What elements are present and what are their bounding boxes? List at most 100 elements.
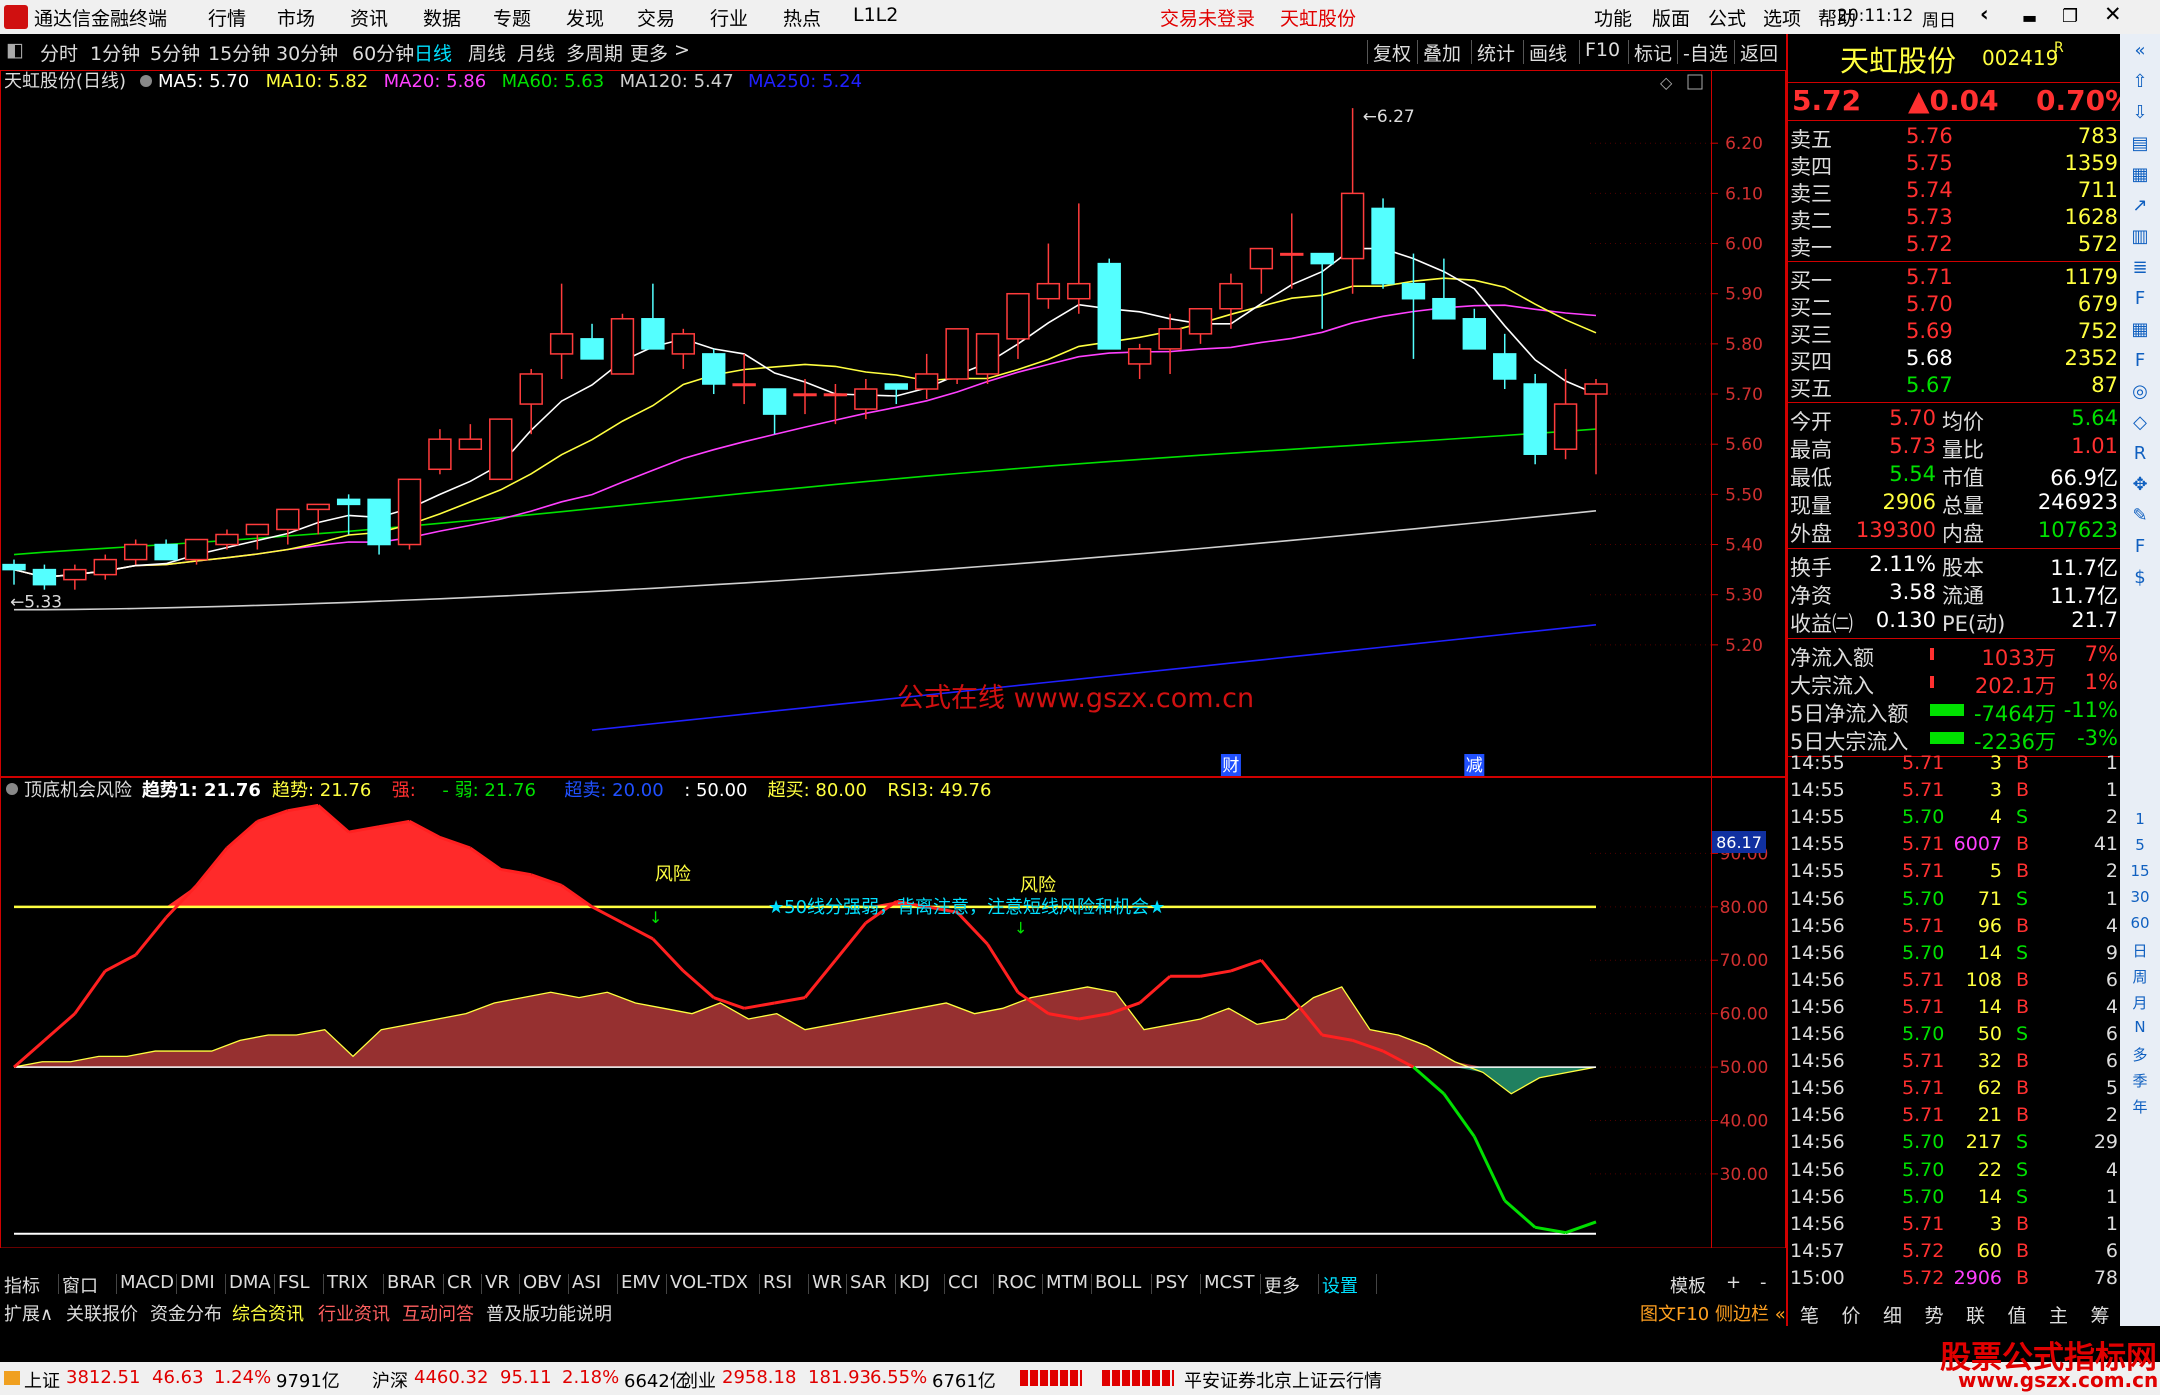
- side-period-1[interactable]: 1: [2128, 810, 2152, 834]
- indicator-tab-设置[interactable]: 设置: [1322, 1272, 1358, 1298]
- candle-body: [458, 438, 483, 450]
- candle-body: [1553, 403, 1578, 450]
- info-tab-扩展∧[interactable]: 扩展∧: [4, 1300, 53, 1326]
- quote-tab-值[interactable]: 值: [2008, 1301, 2027, 1328]
- side-period-5[interactable]: 5: [2128, 836, 2152, 860]
- index-name[interactable]: 创业: [680, 1367, 716, 1393]
- indicator-tab-MCST[interactable]: MCST: [1204, 1272, 1255, 1293]
- quote-change: ▲0.04: [1908, 84, 1999, 117]
- quote-tab-细[interactable]: 细: [1883, 1301, 1902, 1328]
- quote-tab-笔[interactable]: 笔: [1800, 1301, 1819, 1328]
- list-icon[interactable]: ≣: [2128, 257, 2152, 281]
- candle-icon[interactable]: ▥: [2128, 226, 2152, 250]
- indicator-legend-item: 趋势1: 21.76: [142, 779, 261, 801]
- indicator-tab-CCI[interactable]: CCI: [948, 1272, 978, 1293]
- up-icon[interactable]: ⇧: [2128, 71, 2152, 95]
- flow-row: 大宗流入 202.1万 1%: [1790, 670, 2118, 698]
- indicator-tab-窗口[interactable]: 窗口: [62, 1272, 98, 1298]
- candle-body: [336, 498, 361, 506]
- radar-icon[interactable]: ◇: [2128, 412, 2152, 436]
- side-period-60[interactable]: 60: [2128, 914, 2152, 938]
- side-period-周[interactable]: 周: [2128, 966, 2152, 990]
- table-icon[interactable]: ▦: [2128, 319, 2152, 343]
- minimize-icon[interactable]: ▬: [2022, 8, 2037, 27]
- quote-tab-筹[interactable]: 筹: [2091, 1301, 2110, 1328]
- side-period-N[interactable]: N: [2128, 1018, 2152, 1042]
- index-name[interactable]: 上证: [24, 1367, 60, 1393]
- indicator-tab-DMA[interactable]: DMA: [229, 1272, 271, 1293]
- indicator-tab-指标[interactable]: 指标: [4, 1272, 40, 1298]
- fiz-icon[interactable]: F: [2128, 350, 2152, 374]
- indicator-tab-ROC[interactable]: ROC: [997, 1272, 1036, 1293]
- f10-sidebar-toggle[interactable]: 图文F10 侧边栏 «: [1640, 1300, 1786, 1326]
- quote-tab-价[interactable]: 价: [1842, 1301, 1861, 1328]
- side-period-年[interactable]: 年: [2128, 1096, 2152, 1120]
- indicator-tab-CR[interactable]: CR: [447, 1272, 472, 1293]
- indicator-tab-EMV[interactable]: EMV: [621, 1272, 660, 1293]
- trend-line-segment: [834, 921, 868, 962]
- info-tab-关联报价[interactable]: 关联报价: [66, 1300, 138, 1326]
- line-icon[interactable]: ↗: [2128, 195, 2152, 219]
- info-tab-互动问答[interactable]: 互动问答: [402, 1300, 474, 1326]
- side-period-15[interactable]: 15: [2128, 862, 2152, 886]
- info-tab-普及版功能说明[interactable]: 普及版功能说明: [486, 1300, 612, 1326]
- grid-icon[interactable]: ▦: [2128, 164, 2152, 188]
- restore-icon[interactable]: ❐: [2062, 6, 2078, 27]
- close-icon[interactable]: ✕: [2104, 2, 2122, 26]
- info-tab-资金分布[interactable]: 资金分布: [150, 1300, 222, 1326]
- pen-icon[interactable]: ✎: [2128, 505, 2152, 529]
- side-period-30[interactable]: 30: [2128, 888, 2152, 912]
- chart-icon[interactable]: ▤: [2128, 133, 2152, 157]
- indicator-legend-item: 超卖: 20.00: [564, 780, 663, 801]
- move-icon[interactable]: ✥: [2128, 474, 2152, 498]
- bottom-right-2[interactable]: -: [1760, 1272, 1767, 1293]
- price-tick-label: 5.30: [1725, 586, 1763, 606]
- quote-tab-联[interactable]: 联: [1966, 1301, 1985, 1328]
- indicator-tab-MTM[interactable]: MTM: [1046, 1272, 1088, 1293]
- indicator-tab-BRAR[interactable]: BRAR: [387, 1272, 436, 1293]
- indicator-tab-DMI[interactable]: DMI: [180, 1272, 215, 1293]
- price-tick-label: 5.60: [1725, 435, 1763, 455]
- broker-name[interactable]: 平安证券北京上证云行情: [1184, 1367, 1382, 1393]
- quote-tab-主[interactable]: 主: [2049, 1301, 2068, 1328]
- candle-body: [732, 383, 756, 387]
- back-arrow-icon[interactable]: ‹: [1980, 2, 1989, 26]
- indicator-tab-KDJ[interactable]: KDJ: [899, 1272, 930, 1293]
- info-tab-行业资讯[interactable]: 行业资讯: [318, 1300, 390, 1326]
- candle-body: [215, 533, 239, 546]
- f10-icon[interactable]: F: [2128, 288, 2152, 312]
- indicator-tab-TRIX[interactable]: TRIX: [327, 1272, 368, 1293]
- side-period-多[interactable]: 多: [2128, 1044, 2152, 1068]
- index-name[interactable]: 沪深: [372, 1367, 408, 1393]
- indicator-tab-ASI[interactable]: ASI: [572, 1272, 601, 1293]
- trend-line-segment: [1442, 1092, 1476, 1138]
- indicator-tab-OBV[interactable]: OBV: [523, 1272, 561, 1293]
- side-period-月[interactable]: 月: [2128, 992, 2152, 1016]
- quote-tab-势[interactable]: 势: [1925, 1301, 1944, 1328]
- candle-body: [975, 333, 1000, 375]
- indicator-tab-RSI[interactable]: RSI: [763, 1272, 792, 1293]
- collapse-icon[interactable]: «: [2128, 40, 2152, 64]
- fs-icon[interactable]: F: [2128, 536, 2152, 560]
- side-tool-strip: «⇧ ⇩ ▤ ▦ ↗ ▥ ≣ F ▦ F ◎ ◇ R ✥ ✎ F $1 5 15 30 60 日周月 N 多季年: [2120, 34, 2160, 1326]
- dollar-icon[interactable]: $: [2128, 567, 2152, 591]
- indicator-tab-SAR[interactable]: SAR: [850, 1272, 887, 1293]
- indicator-tab-更多[interactable]: 更多: [1264, 1272, 1300, 1298]
- down-icon[interactable]: ⇩: [2128, 102, 2152, 126]
- tick-row: 14:55 5.71 5 B 2: [1790, 860, 2118, 883]
- rsi-icon[interactable]: R: [2128, 443, 2152, 467]
- indicator-tab-VOL-TDX[interactable]: VOL-TDX: [670, 1272, 748, 1293]
- indicator-tab-VR[interactable]: VR: [485, 1272, 510, 1293]
- side-period-日[interactable]: 日: [2128, 940, 2152, 964]
- bottom-right-1[interactable]: +: [1726, 1272, 1741, 1293]
- chart-canvas[interactable]: 6.20 6.10 6.00 5.90 5.80 5.70 5.60 5.50 5.40 5.30…: [0, 0, 1786, 1248]
- bottom-right-0[interactable]: 模板: [1670, 1272, 1706, 1298]
- side-period-季[interactable]: 季: [2128, 1070, 2152, 1094]
- indicator-tab-PSY[interactable]: PSY: [1155, 1272, 1188, 1293]
- eye-icon[interactable]: ◎: [2128, 381, 2152, 405]
- indicator-tab-MACD[interactable]: MACD: [120, 1272, 174, 1293]
- indicator-tab-FSL[interactable]: FSL: [278, 1272, 310, 1293]
- indicator-tab-BOLL[interactable]: BOLL: [1095, 1272, 1141, 1293]
- info-tab-综合资讯[interactable]: 综合资讯: [232, 1300, 304, 1326]
- indicator-tab-WR[interactable]: WR: [812, 1272, 842, 1293]
